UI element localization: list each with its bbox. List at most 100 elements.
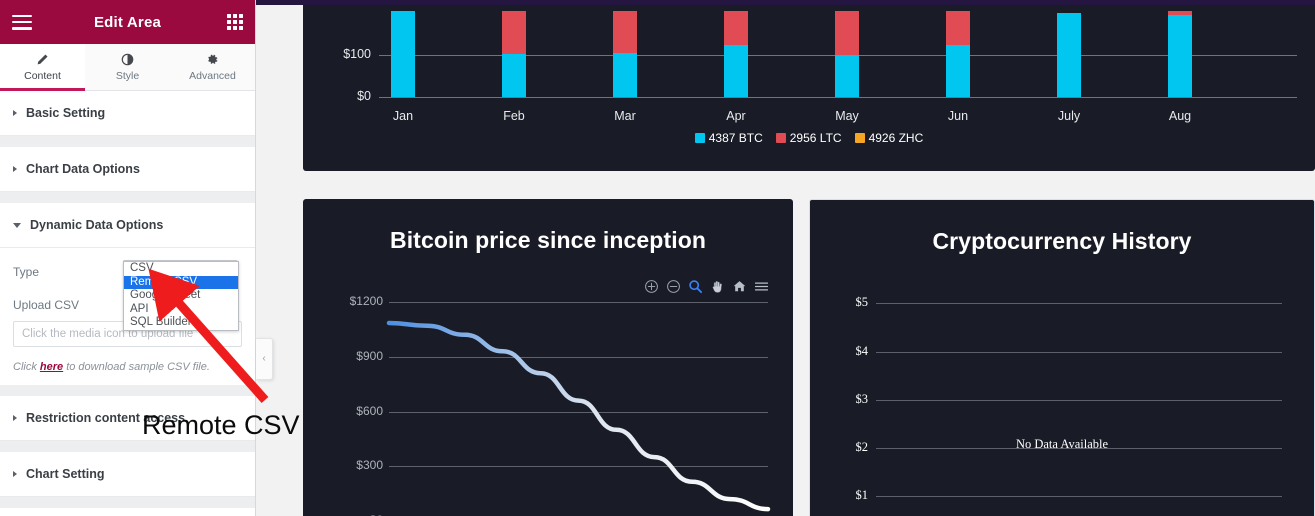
- dropdown-option-api[interactable]: API: [124, 303, 238, 317]
- bar-segment: [502, 11, 526, 54]
- bar-column: [724, 11, 748, 97]
- legend-item[interactable]: 4926 ZHC: [854, 131, 924, 145]
- panel-collapse-button[interactable]: ‹: [256, 338, 273, 380]
- dropdown-option-sql-builder[interactable]: SQL Builder: [124, 316, 238, 330]
- bar-segment: [946, 44, 970, 97]
- bitcoin-price-chart-card: Bitcoin price since inception $1200 $900…: [303, 199, 793, 516]
- crypto-gridline: [876, 303, 1282, 304]
- crypto-gridline: [876, 352, 1282, 353]
- section-dynamic-data-options-label: Dynamic Data Options: [30, 218, 164, 232]
- section-dynamic-data-options[interactable]: Dynamic Data Options: [0, 203, 255, 248]
- tab-style[interactable]: Style: [85, 44, 170, 90]
- bar-segment: [391, 11, 415, 97]
- chevron-right-icon: [13, 166, 17, 172]
- panel-title: Edit Area: [93, 13, 162, 31]
- section-divider: [0, 192, 255, 203]
- bar-chart-x-label: May: [835, 109, 859, 123]
- tab-advanced[interactable]: Advanced: [170, 44, 255, 90]
- bar-segment: [613, 53, 637, 97]
- crypto-gridline: [876, 496, 1282, 497]
- crypto-y-label: $3: [855, 392, 869, 406]
- tab-content[interactable]: Content: [0, 44, 85, 91]
- bar-column: [613, 11, 637, 97]
- bar-chart-plot: $0 $100 Jan Feb Mar Apr May Jun July Aug: [303, 5, 1315, 130]
- section-chart-setting[interactable]: Chart Setting: [0, 452, 255, 497]
- bar-column: [946, 11, 970, 97]
- chevron-right-icon: [13, 471, 17, 477]
- tab-content-label: Content: [24, 69, 61, 82]
- bar-chart-x-label: Mar: [614, 109, 636, 123]
- bar-chart-x-label: Jan: [392, 109, 414, 123]
- crypto-history-title: Cryptocurrency History: [932, 228, 1192, 254]
- section-chart-data-options-label: Chart Data Options: [26, 162, 140, 176]
- bar-segment: [1168, 14, 1192, 97]
- no-data-message: No Data Available: [1015, 437, 1109, 451]
- legend-swatch: [854, 133, 865, 143]
- section-basic-setting-label: Basic Setting: [26, 106, 106, 120]
- bar-chart-x-label: July: [1057, 109, 1081, 123]
- hamburger-icon[interactable]: [12, 14, 32, 30]
- legend-label: 4387 BTC: [708, 131, 763, 145]
- type-dropdown-list[interactable]: CSV Remote CSV Google Sheet API SQL Builder: [123, 261, 239, 331]
- hint-suffix: to download sample CSV file.: [63, 361, 210, 373]
- sample-csv-hint: Click here to download sample CSV file.: [13, 361, 242, 373]
- bar-column: [1057, 13, 1081, 97]
- app-root: $0 $100 Jan Feb Mar Apr May Jun July Aug 4387 BTC…: [0, 0, 1315, 516]
- section-divider: [0, 441, 255, 452]
- section-divider: [0, 497, 255, 508]
- section-basic-setting[interactable]: Basic Setting: [0, 91, 255, 136]
- section-divider: [0, 136, 255, 147]
- bar-chart-legend: 4387 BTC 2956 LTC 4926 ZHC: [303, 131, 1315, 145]
- tab-advanced-label: Advanced: [189, 69, 236, 82]
- crypto-gridline: [876, 400, 1282, 401]
- legend-swatch: [694, 133, 705, 143]
- preview-canvas: $0 $100 Jan Feb Mar Apr May Jun July Aug 4387 BTC…: [256, 5, 1315, 516]
- bar-column: [1168, 11, 1192, 97]
- bar-segment: [1057, 13, 1081, 97]
- sample-csv-link[interactable]: here: [40, 361, 63, 373]
- section-divider: [0, 385, 255, 396]
- panel-tabs: Content Style Advanced: [0, 44, 255, 91]
- crypto-y-label: $5: [855, 295, 869, 309]
- cryptocurrency-history-card: Cryptocurrency History $5 $4 $3 $2 $1 No Dat…: [809, 199, 1315, 516]
- legend-swatch: [775, 133, 786, 143]
- grid-icon[interactable]: [227, 14, 243, 30]
- stacked-bar-chart-card: $0 $100 Jan Feb Mar Apr May Jun July Aug 4387 BTC…: [303, 5, 1315, 171]
- section-legend-setting[interactable]: Legend Setting: [0, 508, 255, 516]
- dropdown-option-csv[interactable]: CSV: [124, 262, 238, 276]
- legend-item[interactable]: 2956 LTC: [775, 131, 842, 145]
- bar-column: [835, 11, 859, 97]
- bar-segment: [835, 55, 859, 97]
- bar-chart-x-label: Jun: [947, 109, 969, 123]
- bar-chart-x-label: Feb: [503, 109, 525, 123]
- hint-prefix: Click: [13, 361, 40, 373]
- legend-label: 4926 ZHC: [868, 131, 924, 145]
- bar-segment: [724, 11, 748, 45]
- section-chart-data-options[interactable]: Chart Data Options: [0, 147, 255, 192]
- chevron-down-icon: [13, 222, 21, 228]
- chevron-left-icon: ‹: [262, 353, 266, 364]
- dropdown-option-remote-csv[interactable]: Remote CSV: [124, 275, 238, 289]
- crypto-y-label: $1: [855, 488, 869, 502]
- bar-chart-y-label: $0: [357, 89, 371, 103]
- section-chart-setting-label: Chart Setting: [26, 467, 105, 481]
- bar-segment: [835, 11, 859, 56]
- bar-chart-y-label: $100: [343, 47, 371, 62]
- mouse-cursor-icon: [163, 282, 176, 305]
- panel-header: Edit Area: [0, 0, 255, 44]
- bar-segment: [946, 11, 970, 45]
- bar-chart-gridline: [379, 97, 1297, 98]
- bar-column: [391, 11, 415, 97]
- bar-segment: [613, 11, 637, 54]
- gear-icon: [206, 53, 219, 67]
- annotation-label: Remote CSV: [142, 410, 300, 440]
- legend-label: 2956 LTC: [789, 131, 842, 145]
- chevron-right-icon: [13, 110, 17, 116]
- pencil-icon: [36, 53, 49, 67]
- legend-item[interactable]: 4387 BTC: [694, 131, 763, 145]
- tab-style-label: Style: [115, 69, 140, 82]
- chevron-right-icon: [13, 415, 17, 421]
- contrast-icon: [121, 53, 134, 67]
- bar-chart-x-label: Apr: [726, 109, 746, 123]
- dropdown-option-google-sheet[interactable]: Google Sheet: [124, 289, 238, 303]
